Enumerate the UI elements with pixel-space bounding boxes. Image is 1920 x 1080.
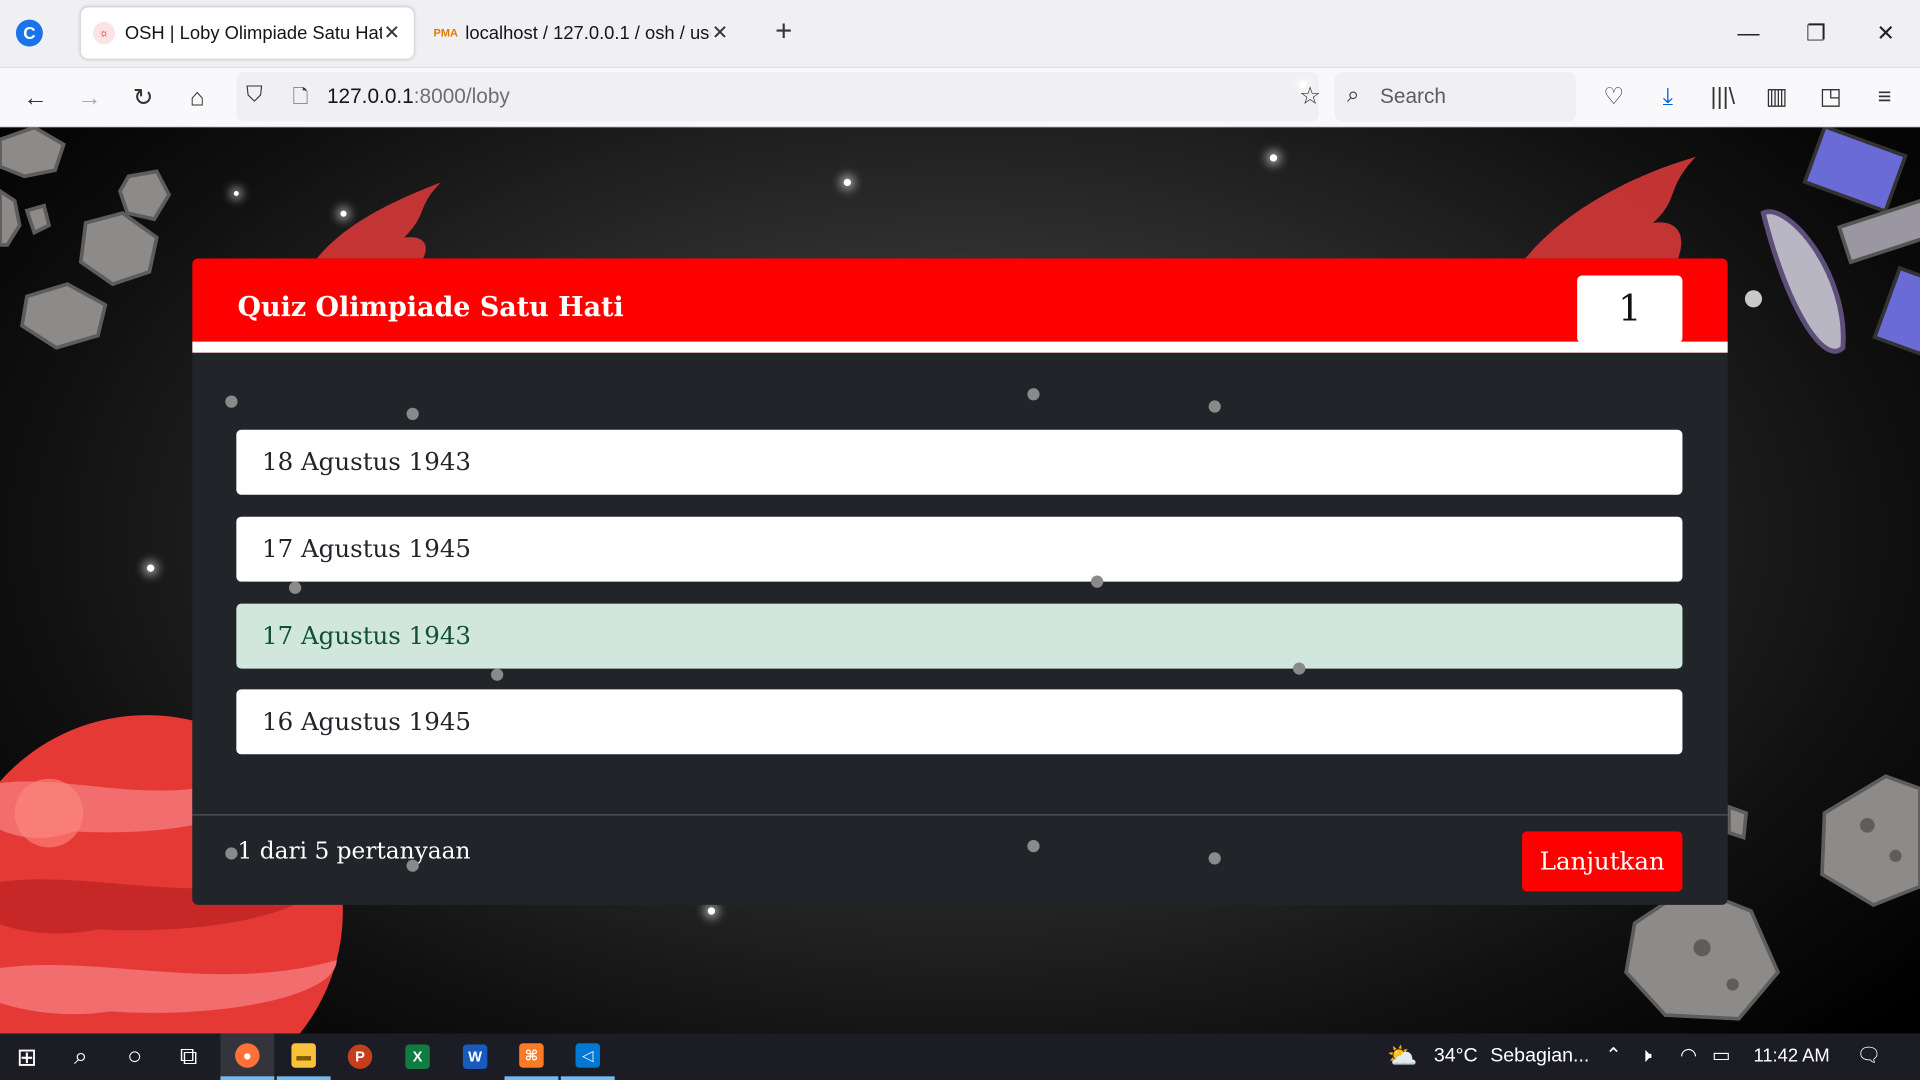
answer-option[interactable]: 17 Agustus 1945 xyxy=(236,516,1683,582)
tab-title: localhost / 127.0.0.1 / osh / user xyxy=(465,22,711,44)
browser-nav-bar: ← → ↻ ⌂ ⛉ 🗋 127.0.0.1:8000/loby ☆ ⌕ Sear… xyxy=(0,67,1920,128)
question-progress-text: 1 dari 5 pertanyaan xyxy=(237,837,471,865)
app-logo-icon[interactable]: C xyxy=(15,19,43,47)
particle-dot xyxy=(1293,662,1306,675)
close-tab-icon[interactable]: ✕ xyxy=(382,21,402,45)
tracking-shield-icon[interactable]: ⛉ xyxy=(246,82,263,108)
tab-phpmyadmin[interactable]: PMA localhost / 127.0.0.1 / osh / user ✕ xyxy=(421,7,742,58)
particle-dot xyxy=(1027,840,1040,853)
phpmyadmin-favicon-icon: PMA xyxy=(433,26,458,40)
restore-icon[interactable]: ❐ xyxy=(1798,17,1835,49)
star-icon xyxy=(707,907,716,915)
star-icon xyxy=(146,564,155,572)
weather-temperature[interactable]: 34°C xyxy=(1434,1033,1478,1080)
new-tab-plus-icon[interactable]: + xyxy=(768,15,800,48)
vscode-taskbar-icon[interactable]: ◁ xyxy=(560,1033,615,1080)
answer-option-selected[interactable]: 17 Agustus 1943 xyxy=(236,603,1683,669)
question-number-badge: 1 xyxy=(1577,275,1683,343)
library-icon[interactable]: |||\ xyxy=(1706,81,1740,115)
star-icon xyxy=(843,178,852,187)
file-explorer-taskbar-icon[interactable]: ▬ xyxy=(276,1033,331,1080)
battery-icon[interactable]: ▭ xyxy=(1712,1033,1731,1080)
meteor-flame-icon xyxy=(315,156,1696,260)
star-icon xyxy=(340,210,347,217)
pocket-icon[interactable]: ♡ xyxy=(1597,81,1631,115)
close-tab-icon[interactable]: ✕ xyxy=(710,21,730,45)
weather-icon[interactable]: ⛅ xyxy=(1387,1033,1417,1080)
menu-hamburger-icon[interactable]: ≡ xyxy=(1867,81,1901,115)
sidebar-icon[interactable]: ▥ xyxy=(1760,81,1794,115)
excel-taskbar-icon[interactable]: X xyxy=(391,1033,445,1080)
back-arrow-icon[interactable]: ← xyxy=(17,80,54,117)
downloads-icon[interactable]: ⤓ xyxy=(1651,81,1685,115)
tray-chevron-up-icon[interactable]: ⌃ xyxy=(1605,1033,1621,1080)
particle-dot xyxy=(1208,400,1221,413)
firefox-taskbar-icon[interactable]: ● xyxy=(220,1033,275,1080)
particle-dot xyxy=(491,668,504,681)
asteroid-icon xyxy=(0,127,172,350)
particle-dot xyxy=(225,395,238,408)
taskbar: ⊞ ⌕ ○ ⧉ ● ▬ P X W ⌘ ◁ ⛅ 34°C Sebagian...… xyxy=(0,1033,1920,1080)
home-icon[interactable]: ⌂ xyxy=(179,80,216,117)
page-info-icon[interactable]: 🗋 xyxy=(293,83,309,116)
osh-favicon-icon: ☼ xyxy=(93,22,116,45)
cortana-icon[interactable]: ○ xyxy=(108,1033,162,1080)
next-button[interactable]: Lanjutkan xyxy=(1522,831,1683,892)
forward-arrow-icon[interactable]: → xyxy=(71,80,108,117)
taskbar-search-icon[interactable]: ⌕ xyxy=(54,1033,108,1080)
particle-dot xyxy=(288,581,302,594)
wifi-icon[interactable]: ◠ xyxy=(1680,1033,1697,1080)
minimize-icon[interactable]: — xyxy=(1730,17,1767,49)
clock-time[interactable]: 11:42 AM xyxy=(1753,1033,1829,1080)
search-icon: ⌕ xyxy=(1346,82,1360,107)
search-placeholder: Search xyxy=(1380,84,1446,108)
page-background: Quiz Olimpiade Satu Hati 1 18 Agustus 19… xyxy=(0,127,1920,1034)
particle-dot xyxy=(1091,575,1104,588)
notifications-icon[interactable]: 🗨 xyxy=(1856,1033,1881,1080)
windows-start-icon[interactable]: ⊞ xyxy=(0,1033,54,1080)
quiz-header: Quiz Olimpiade Satu Hati 1 xyxy=(192,258,1728,353)
quiz-footer: 1 dari 5 pertanyaan Lanjutkan xyxy=(192,814,1728,905)
satellite-icon xyxy=(1744,127,1920,357)
particle-dot xyxy=(1208,852,1221,865)
xampp-taskbar-icon[interactable]: ⌘ xyxy=(504,1033,559,1080)
word-taskbar-icon[interactable]: W xyxy=(448,1033,502,1080)
tab-title: OSH | Loby Olimpiade Satu Hati xyxy=(124,22,383,44)
bookmark-star-icon[interactable]: ☆ xyxy=(1299,80,1321,110)
task-view-icon[interactable]: ⧉ xyxy=(162,1033,216,1080)
browser-tab-strip: C ☼ OSH | Loby Olimpiade Satu Hati ✕ PMA… xyxy=(0,0,1920,68)
close-window-icon[interactable]: ✕ xyxy=(1867,17,1904,49)
particle-dot xyxy=(406,407,419,421)
quiz-card: Quiz Olimpiade Satu Hati 1 18 Agustus 19… xyxy=(192,258,1728,905)
address-bar[interactable]: ⛉ 🗋 127.0.0.1:8000/loby ☆ xyxy=(236,72,1321,122)
particle-dot xyxy=(1027,388,1040,401)
address-url[interactable]: 127.0.0.1:8000/loby xyxy=(327,84,510,108)
volume-muted-icon[interactable]: 🕨 xyxy=(1640,1033,1652,1080)
particle-dot xyxy=(406,859,419,872)
reload-icon[interactable]: ↻ xyxy=(125,80,162,117)
weather-description[interactable]: Sebagian... xyxy=(1490,1033,1589,1080)
particle-dot xyxy=(225,847,238,860)
tab-osh-loby[interactable]: ☼ OSH | Loby Olimpiade Satu Hati ✕ xyxy=(80,7,414,59)
screenshot-icon[interactable]: ◳ xyxy=(1813,81,1847,115)
quiz-title: Quiz Olimpiade Satu Hati xyxy=(237,291,624,324)
answer-option[interactable]: 16 Agustus 1945 xyxy=(236,689,1683,755)
powerpoint-taskbar-icon[interactable]: P xyxy=(333,1033,387,1080)
answer-option[interactable]: 18 Agustus 1943 xyxy=(236,429,1683,495)
search-input[interactable]: ⌕ Search xyxy=(1334,72,1576,122)
star-icon xyxy=(233,191,239,196)
star-icon xyxy=(1269,154,1278,162)
